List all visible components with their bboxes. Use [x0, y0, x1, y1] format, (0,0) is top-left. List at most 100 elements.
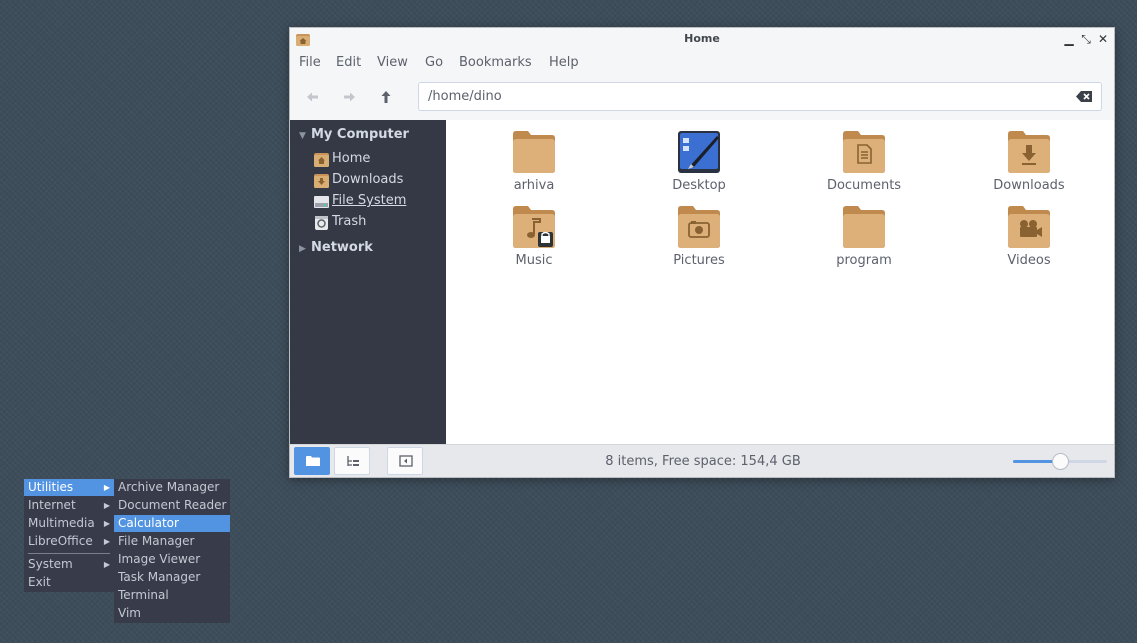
submenu-item-label: File Manager: [118, 534, 195, 548]
menu-item-label: Exit: [28, 575, 51, 589]
submenu-item-image-viewer[interactable]: Image Viewer: [114, 551, 230, 568]
desktop-icon: [678, 131, 720, 173]
menu-item-multimedia[interactable]: Multimedia ▶: [24, 515, 114, 532]
back-button[interactable]: [301, 85, 325, 109]
menu-view[interactable]: View: [377, 55, 408, 70]
menu-bar: File Edit View Go Bookmarks Help: [290, 52, 1114, 74]
menu-item-utilities[interactable]: Utilities ▶: [24, 479, 114, 496]
submenu-item-calculator[interactable]: Calculator: [114, 515, 230, 532]
menu-file[interactable]: File: [299, 55, 321, 70]
submenu-item-label: Vim: [118, 606, 141, 620]
file-label: program: [836, 253, 892, 268]
expand-arrow-icon[interactable]: ▼: [299, 131, 311, 141]
downloads-folder-icon: [1008, 131, 1050, 173]
file-item-documents[interactable]: Documents: [799, 122, 929, 193]
submenu-arrow-icon: ▶: [103, 560, 110, 569]
submenu-item-label: Calculator: [118, 516, 179, 530]
arrow-right-icon: [344, 92, 355, 102]
up-button[interactable]: [374, 85, 398, 109]
file-item-pictures[interactable]: Pictures: [634, 197, 764, 268]
clear-text-icon[interactable]: [1076, 91, 1092, 102]
sidebar-section-label: My Computer: [311, 127, 409, 142]
file-label: Documents: [826, 178, 902, 193]
submenu-item-archive-manager[interactable]: Archive Manager: [114, 479, 230, 496]
file-item-desktop[interactable]: Desktop: [634, 122, 764, 193]
submenu-arrow-icon: ▶: [103, 483, 110, 492]
menu-item-label: Internet: [28, 498, 76, 512]
documents-folder-icon: [843, 131, 885, 173]
location-path[interactable]: /home/dino: [428, 89, 502, 104]
file-item-program[interactable]: program: [799, 197, 929, 268]
application-menu: Utilities ▶ Internet ▶ Multimedia ▶ Libr…: [24, 479, 114, 592]
zoom-slider-handle[interactable]: [1051, 453, 1069, 470]
file-label: Music: [515, 253, 553, 268]
file-label: Pictures: [673, 253, 725, 268]
sidebar-section-label: Network: [311, 240, 373, 255]
menu-item-libreoffice[interactable]: LibreOffice ▶: [24, 533, 114, 550]
submenu-item-label: Archive Manager: [118, 480, 220, 494]
menu-item-internet[interactable]: Internet ▶: [24, 497, 114, 514]
trash-icon: [315, 216, 328, 230]
submenu-item-terminal[interactable]: Terminal: [114, 587, 230, 604]
file-label: Desktop: [672, 178, 726, 193]
submenu-item-vim[interactable]: Vim: [114, 605, 230, 622]
file-label: arhiva: [513, 178, 555, 193]
arrow-up-icon: [381, 91, 391, 103]
file-manager-window: Home ▁ ⤡ ✕ File Edit View Go Bookmarks H…: [289, 27, 1115, 478]
file-item-arhiva[interactable]: arhiva: [469, 122, 599, 193]
sidebar-item-label: Downloads: [332, 172, 404, 187]
sidebar-section-my-computer[interactable]: ▼ My Computer: [299, 127, 409, 142]
submenu-arrow-icon: ▶: [103, 519, 110, 528]
sidebar: ▼ My Computer Home Downloads File System…: [290, 120, 446, 444]
menu-help[interactable]: Help: [549, 55, 579, 70]
downloads-folder-icon: [314, 174, 329, 188]
file-label: Videos: [1007, 253, 1051, 268]
menu-edit[interactable]: Edit: [336, 55, 361, 70]
submenu-item-label: Task Manager: [118, 570, 201, 584]
sidebar-item-label: Trash: [332, 214, 367, 229]
submenu-arrow-icon: ▶: [103, 501, 110, 510]
location-bar[interactable]: /home/dino: [418, 82, 1102, 111]
menu-item-label: Utilities: [28, 480, 74, 494]
status-text: 8 items, Free space: 154,4 GB: [605, 454, 801, 469]
submenu-item-document-reader[interactable]: Document Reader: [114, 497, 230, 514]
folder-icon: [843, 206, 885, 248]
file-label: Downloads: [993, 178, 1065, 193]
forward-button[interactable]: [337, 85, 361, 109]
submenu-item-label: Terminal: [118, 588, 169, 602]
music-folder-icon: [513, 206, 555, 248]
pictures-folder-icon: [678, 206, 720, 248]
close-button[interactable]: ✕: [1096, 31, 1110, 47]
menu-item-label: LibreOffice: [28, 534, 93, 548]
home-folder-icon: [314, 153, 329, 167]
sidebar-item-label: File System: [332, 193, 407, 208]
menu-go[interactable]: Go: [425, 55, 443, 70]
minimize-button[interactable]: ▁: [1062, 31, 1076, 47]
drive-icon: [314, 196, 329, 208]
videos-folder-icon: [1008, 206, 1050, 248]
file-item-videos[interactable]: Videos: [964, 197, 1094, 268]
expand-arrow-icon[interactable]: ▶: [299, 244, 311, 254]
window-title: Home: [684, 32, 720, 45]
menu-item-exit[interactable]: Exit: [24, 574, 114, 591]
submenu-arrow-icon: ▶: [103, 537, 110, 546]
file-item-music[interactable]: Music: [469, 197, 599, 268]
submenu-item-file-manager[interactable]: File Manager: [114, 533, 230, 550]
status-bar: 8 items, Free space: 154,4 GB: [290, 444, 1114, 477]
maximize-button[interactable]: ⤡: [1079, 31, 1093, 47]
file-view[interactable]: arhiva Desktop Documents Downloads Music…: [446, 120, 1114, 444]
arrow-left-icon: [307, 92, 318, 102]
file-item-downloads[interactable]: Downloads: [964, 122, 1094, 193]
submenu-item-label: Image Viewer: [118, 552, 201, 566]
toolbar: /home/dino: [290, 82, 1114, 112]
submenu-item-label: Document Reader: [118, 498, 227, 512]
utilities-submenu: Archive Manager Document Reader Calculat…: [114, 479, 230, 623]
menu-item-label: System: [28, 557, 73, 571]
menu-bookmarks[interactable]: Bookmarks: [459, 55, 532, 70]
sidebar-section-network[interactable]: ▶ Network: [299, 240, 373, 255]
folder-icon: [513, 131, 555, 173]
menu-separator: [28, 553, 110, 554]
menu-item-system[interactable]: System ▶: [24, 556, 114, 573]
submenu-item-task-manager[interactable]: Task Manager: [114, 569, 230, 586]
title-bar[interactable]: Home ▁ ⤡ ✕: [290, 28, 1114, 51]
